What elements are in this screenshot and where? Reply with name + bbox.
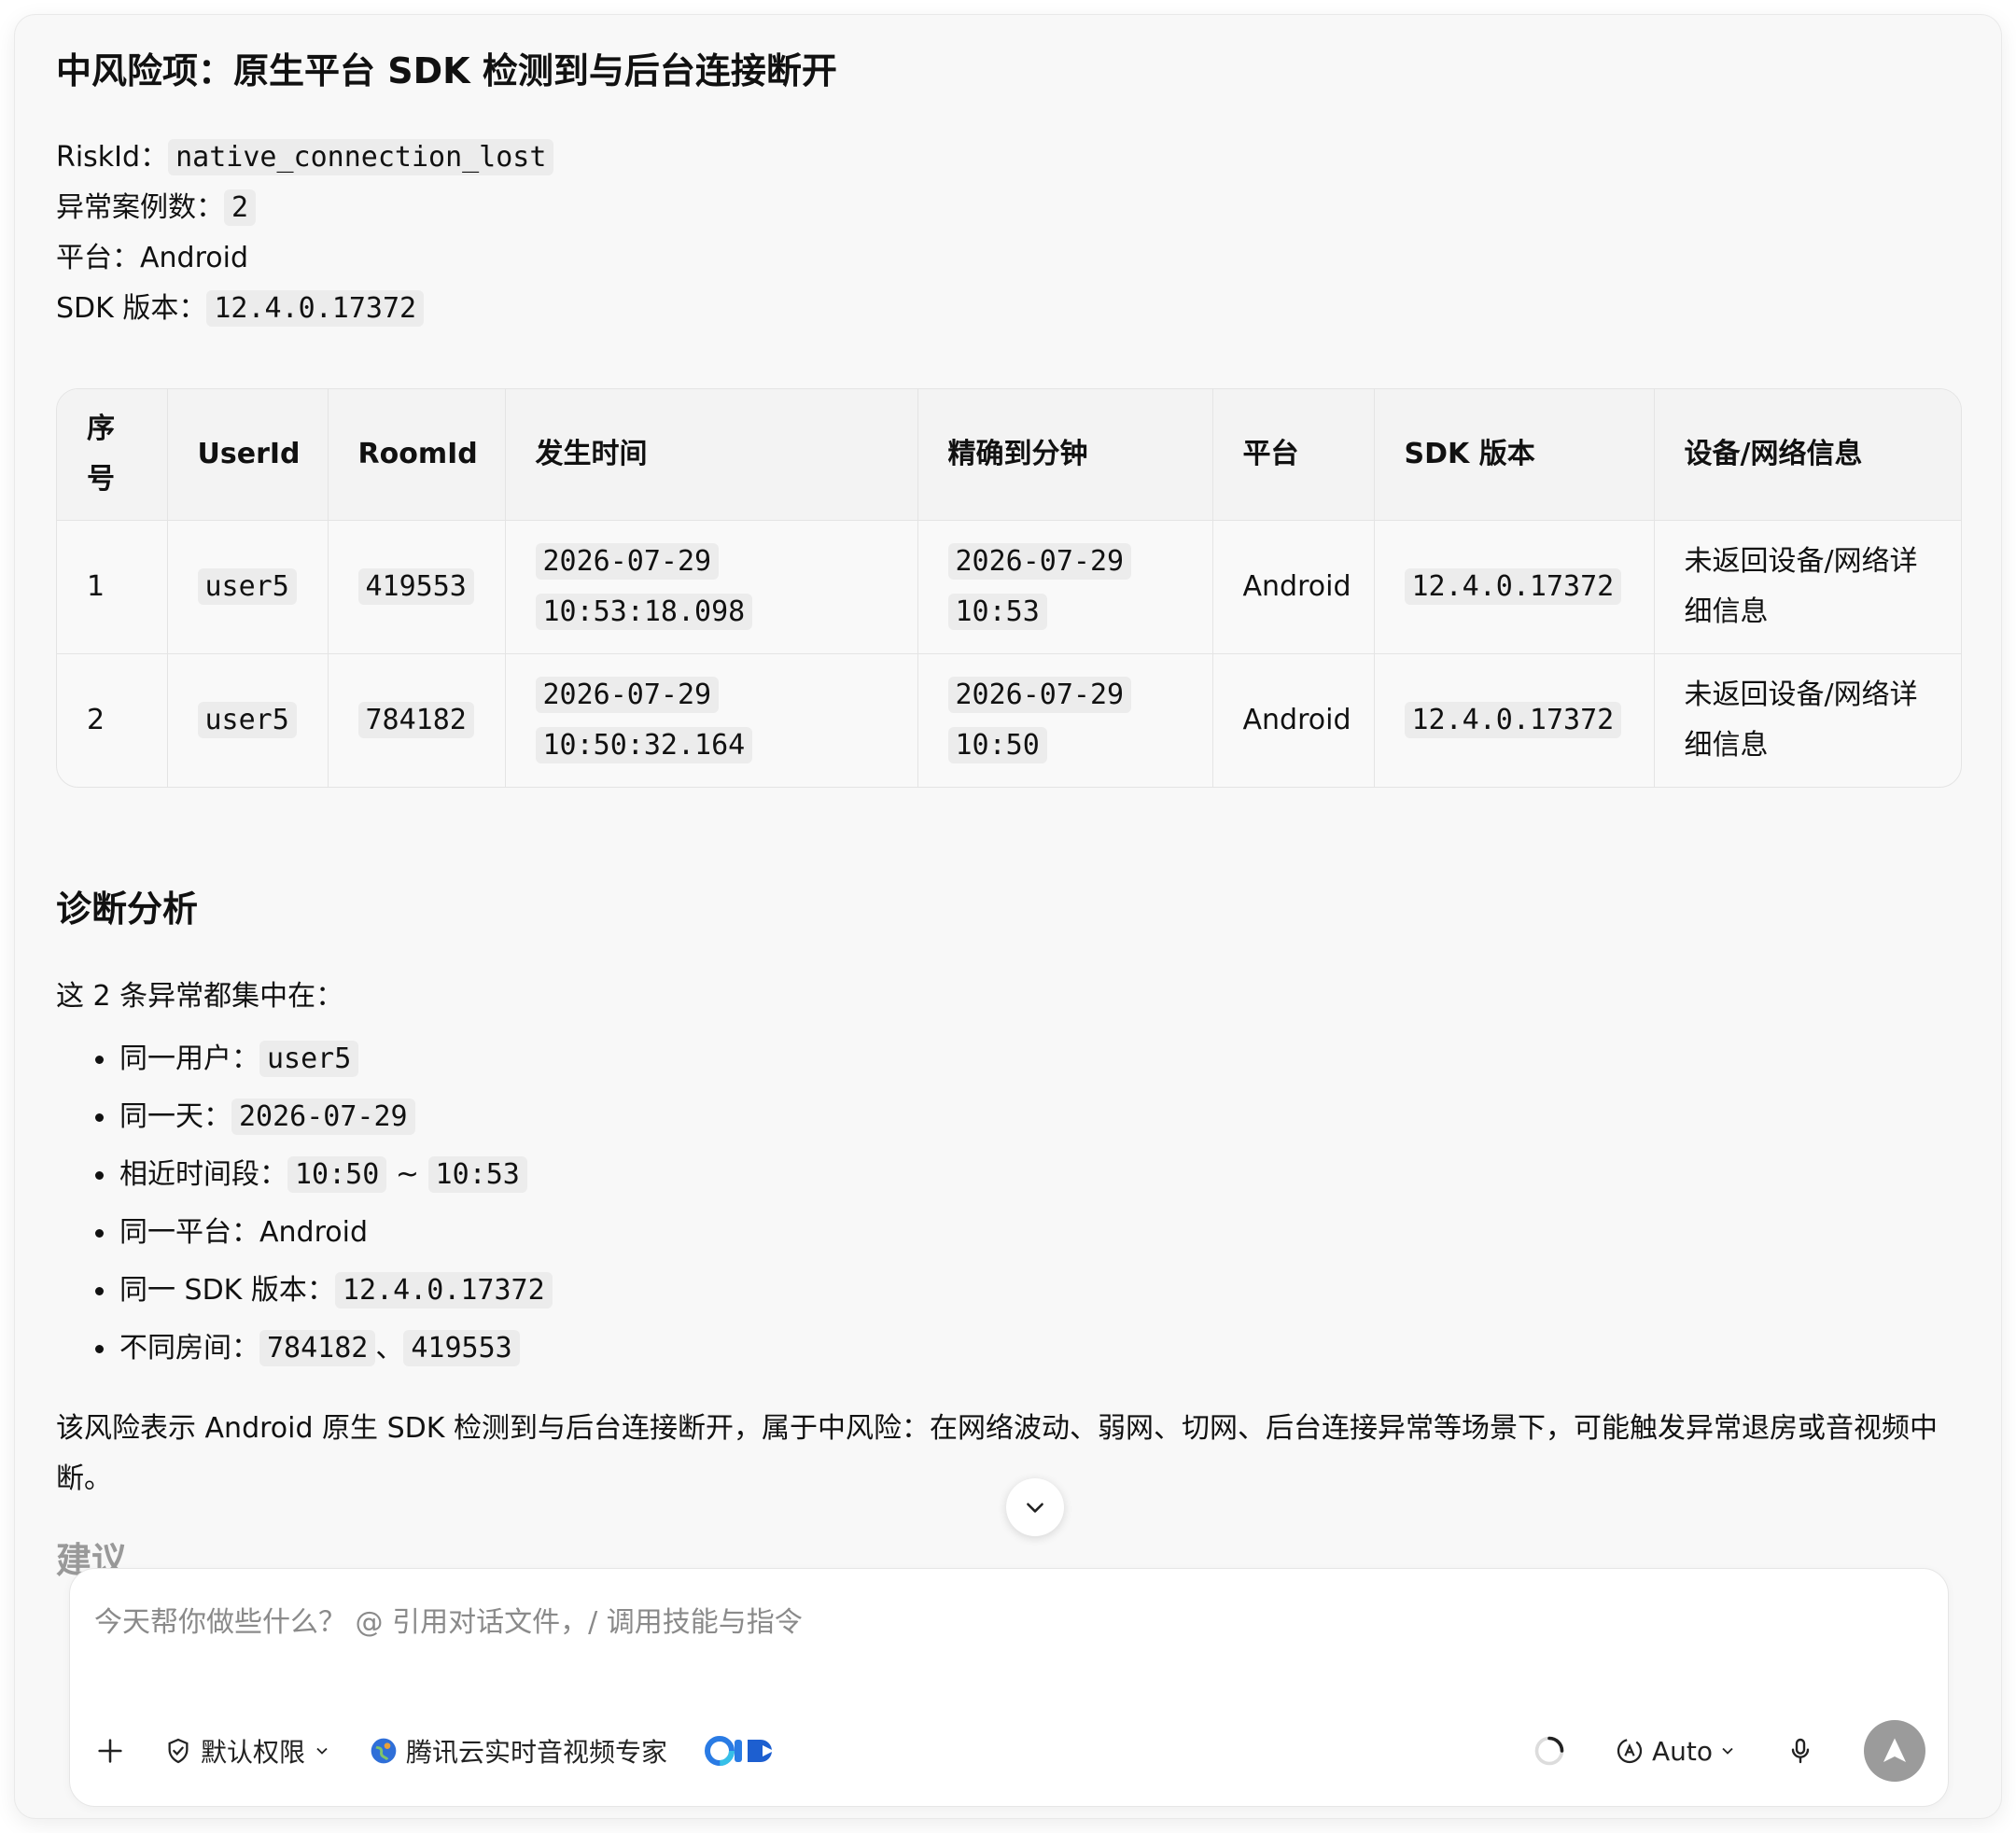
add-button[interactable] bbox=[94, 1735, 126, 1767]
header-device: 设备/网络信息 bbox=[1654, 389, 1961, 521]
table-row: 2 user5 784182 2026-07-29 10:50:32.164 20… bbox=[57, 653, 1961, 787]
cell-device: 未返回设备/网络详细信息 bbox=[1654, 520, 1961, 654]
cell-sdk: 12.4.0.17372 bbox=[1374, 653, 1655, 787]
cell-platform: Android bbox=[1212, 653, 1375, 787]
cell-sdk: 12.4.0.17372 bbox=[1374, 520, 1655, 654]
riskid-label: RiskId： bbox=[56, 141, 169, 174]
list-item: 相近时间段： 10:50 ~ 10:53 bbox=[93, 1146, 553, 1204]
cases-table: 序号 UserId RoomId 发生时间 精确到分钟 平台 SDK 版本 设备… bbox=[56, 388, 1962, 788]
spinner-icon bbox=[1534, 1736, 1564, 1766]
header-sdk: SDK 版本 bbox=[1374, 389, 1655, 521]
chevron-down-icon bbox=[316, 1747, 328, 1755]
cell-user: user5 bbox=[167, 653, 329, 787]
composer-toolbar-left: 默认权限 腾讯云实时音视频专家 bbox=[94, 1720, 819, 1782]
globe-avatar-icon bbox=[369, 1736, 399, 1766]
list-item: 同一平台：Android bbox=[93, 1204, 553, 1262]
diagnosis-list: 同一用户： user5 同一天： 2026-07-29 相近时间段： 10:50 ~ … bbox=[56, 1030, 553, 1378]
sdk-value: 12.4.0.17372 bbox=[206, 290, 425, 327]
loading-indicator bbox=[1533, 1734, 1566, 1768]
count-row: 异常案例数： 2 bbox=[56, 183, 553, 233]
list-item: 同一天： 2026-07-29 bbox=[93, 1088, 553, 1146]
permission-selector[interactable]: 默认权限 bbox=[163, 1732, 331, 1770]
list-item: 同一用户： user5 bbox=[93, 1030, 553, 1088]
composer-toolbar-right: Auto bbox=[1484, 1720, 1925, 1782]
header-index: 序号 bbox=[57, 389, 168, 521]
cell-minute: 2026-07-29 10:53 bbox=[917, 520, 1213, 654]
cell-platform: Android bbox=[1212, 520, 1375, 654]
agent-label: 腾讯云实时音视频专家 bbox=[406, 1737, 668, 1768]
table-header-row: 序号 UserId RoomId 发生时间 精确到分钟 平台 SDK 版本 设备… bbox=[57, 389, 1961, 521]
chevron-down-icon bbox=[1027, 1503, 1043, 1513]
cell-device: 未返回设备/网络详细信息 bbox=[1684, 678, 1918, 762]
sdk-row: SDK 版本： 12.4.0.17372 bbox=[56, 284, 553, 334]
sdk-label: SDK 版本： bbox=[56, 292, 207, 325]
cell-minute: 2026-07-29 10:50 bbox=[917, 653, 1213, 787]
platform-label: 平台： bbox=[56, 242, 140, 274]
header-roomid: RoomId bbox=[328, 389, 506, 521]
agent-selector[interactable]: 腾讯云实时音视频专家 bbox=[369, 1732, 667, 1770]
header-platform: 平台 bbox=[1212, 389, 1375, 521]
cell-index: 1 bbox=[57, 520, 168, 654]
header-minute: 精确到分钟 bbox=[917, 389, 1213, 521]
cell-time: 2026-07-29 10:53:18.098 bbox=[505, 520, 918, 654]
composer-input[interactable]: 今天帮你做些什么？ @ 引用对话文件，/ 调用技能与指令 bbox=[94, 1599, 803, 1640]
brand-logo[interactable] bbox=[705, 1734, 781, 1768]
shield-check-icon bbox=[163, 1736, 193, 1766]
send-arrow-icon bbox=[1883, 1738, 1906, 1762]
model-label: Auto bbox=[1651, 1735, 1713, 1767]
chevron-down-icon bbox=[1722, 1747, 1733, 1755]
diagnosis-intro: 这 2 条异常都集中在： bbox=[56, 980, 344, 1013]
plus-icon bbox=[98, 1739, 122, 1763]
table-row: 1 user5 419553 2026-07-29 10:53:18.098 20… bbox=[57, 520, 1961, 654]
cell-user: user5 bbox=[167, 520, 329, 654]
model-selector[interactable]: Auto bbox=[1615, 1736, 1737, 1767]
header-userid: UserId bbox=[167, 389, 329, 521]
count-label: 异常案例数： bbox=[56, 191, 224, 224]
microphone-icon bbox=[1791, 1738, 1810, 1764]
list-item: 同一 SDK 版本： 12.4.0.17372 bbox=[93, 1262, 553, 1320]
permission-label: 默认权限 bbox=[201, 1737, 306, 1768]
chat-window: 中风险项：原生平台 SDK 检测到与后台连接断开 RiskId： native_c… bbox=[15, 15, 2001, 1818]
risk-title: 中风险项：原生平台 SDK 检测到与后台连接断开 bbox=[56, 50, 837, 91]
cell-room: 419553 bbox=[328, 520, 506, 654]
list-item: 不同房间： 784182、 419553 bbox=[93, 1320, 553, 1378]
voice-input-button[interactable] bbox=[1785, 1736, 1815, 1766]
risk-meta: RiskId： native_connection_lost 异常案例数： 2 平台… bbox=[56, 133, 554, 334]
riskid-row: RiskId： native_connection_lost bbox=[56, 133, 554, 183]
platform-row: 平台：Android bbox=[56, 233, 553, 284]
cell-time: 2026-07-29 10:50:32.164 bbox=[505, 653, 918, 787]
count-value: 2 bbox=[224, 189, 257, 226]
brand-logo-icon bbox=[705, 1736, 775, 1766]
send-button-circle[interactable] bbox=[1864, 1720, 1925, 1782]
cell-index: 2 bbox=[57, 653, 168, 787]
riskid-value: native_connection_lost bbox=[168, 139, 554, 175]
scroll-down-button[interactable] bbox=[1006, 1478, 1064, 1536]
send-button[interactable] bbox=[1864, 1720, 1925, 1782]
message-composer[interactable]: 今天帮你做些什么？ @ 引用对话文件，/ 调用技能与指令 默认权限 腾讯云实时音… bbox=[69, 1568, 1949, 1807]
diagnosis-heading: 诊断分析 bbox=[56, 889, 199, 930]
auto-model-icon bbox=[1617, 1738, 1643, 1764]
header-time: 发生时间 bbox=[505, 389, 918, 521]
cell-room: 784182 bbox=[328, 653, 506, 787]
platform-value: Android bbox=[140, 242, 248, 274]
